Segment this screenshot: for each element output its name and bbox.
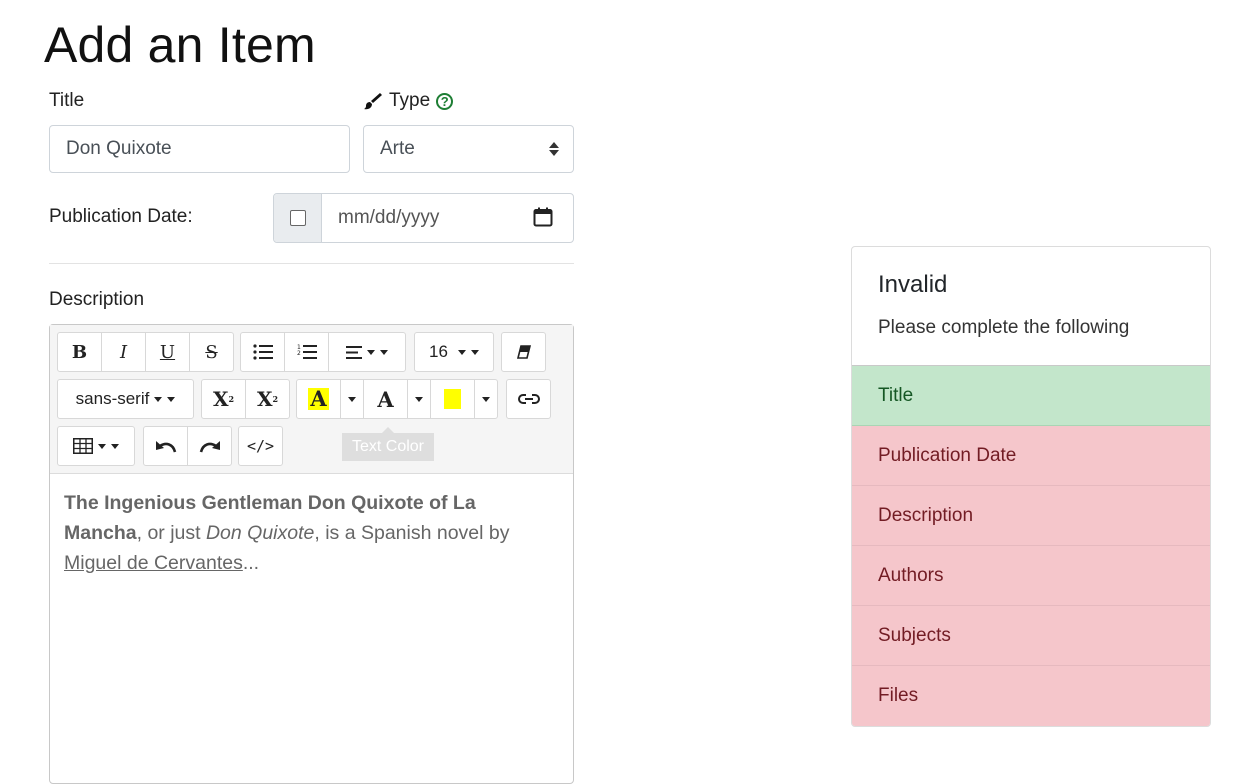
chevron-down-icon <box>470 349 479 355</box>
chevron-down-icon <box>98 443 106 449</box>
font-family-value: sans-serif <box>75 389 150 408</box>
highlight-letter: A <box>308 386 329 411</box>
divider <box>49 263 574 264</box>
validation-panel: Invalid Please complete the following Ti… <box>851 246 1211 727</box>
title-label: Title <box>49 90 85 111</box>
chevron-down-icon <box>167 396 176 402</box>
calendar-icon[interactable] <box>533 207 553 227</box>
chevron-down-icon <box>380 349 388 355</box>
editor-text: , is a Spanish novel by <box>314 522 510 544</box>
color-group: A A <box>296 379 498 419</box>
superscript-button[interactable]: X2 <box>201 379 246 419</box>
undo-icon <box>155 441 176 453</box>
chevron-down-icon <box>367 349 375 355</box>
code-group: </> <box>238 426 283 466</box>
numbered-list-icon: 1 2 <box>297 344 317 359</box>
text-color-tooltip: Text Color <box>342 427 434 461</box>
pubdate-label: Publication Date: <box>49 206 193 227</box>
subscript-letter: X <box>256 387 273 411</box>
link-icon <box>517 394 540 404</box>
type-label-group: Type ? <box>363 90 454 112</box>
table-icon <box>73 438 93 454</box>
editor-toolbar: B I U S 1 2 16 sans-serif X 2 X 2 A A </… <box>50 325 573 474</box>
pubdate-placeholder: mm/dd/yyyy <box>338 207 440 228</box>
font-size-dropdown[interactable]: 16 <box>414 332 494 372</box>
align-left-icon <box>346 345 362 359</box>
type-select-value: Arte <box>380 138 415 159</box>
type-select[interactable]: Arte <box>363 125 574 173</box>
subscript-button[interactable]: X2 <box>245 379 290 419</box>
font-family-group: sans-serif <box>57 379 194 419</box>
undo-button[interactable] <box>143 426 188 466</box>
validation-item-title[interactable]: Title <box>852 366 1210 426</box>
validation-item-publication-date[interactable]: Publication Date <box>852 426 1210 486</box>
strikethrough-button[interactable]: S <box>189 332 234 372</box>
italic-button[interactable]: I <box>101 332 146 372</box>
validation-item-description[interactable]: Description <box>852 486 1210 546</box>
paintbrush-icon <box>364 93 382 110</box>
eraser-icon <box>516 345 531 359</box>
font-size-group: 16 <box>414 332 494 372</box>
history-group <box>143 426 232 466</box>
help-icon[interactable]: ? <box>436 92 454 110</box>
pubdate-checkbox-addon <box>274 194 322 242</box>
highlight-dropdown[interactable] <box>340 379 364 419</box>
editor-italic: Don Quixote <box>205 522 315 544</box>
clear-format-group <box>501 332 546 372</box>
list-group: 1 2 <box>240 332 406 372</box>
validation-item-files[interactable]: Files <box>852 666 1210 726</box>
link-group <box>506 379 551 419</box>
background-color-dropdown[interactable] <box>474 379 498 419</box>
chevron-down-icon <box>482 396 490 402</box>
font-style-group: B I U S <box>57 332 234 372</box>
page-title: Add an Item <box>44 17 316 73</box>
editor-content[interactable]: The Ingenious Gentleman Don Quixote of L… <box>50 474 573 592</box>
underline-button[interactable]: U <box>145 332 190 372</box>
font-size-value: 16 <box>429 342 448 361</box>
bullet-list-icon <box>252 344 273 360</box>
chevron-down-icon <box>154 396 163 402</box>
highlight-button[interactable]: A <box>296 379 341 419</box>
color-swatch <box>444 389 461 409</box>
rich-text-editor: B I U S 1 2 16 sans-serif X 2 X 2 A A </… <box>49 324 574 784</box>
validation-title: Invalid <box>878 271 948 298</box>
pubdate-input[interactable]: mm/dd/yyyy <box>322 194 573 242</box>
chevron-down-icon <box>348 396 356 402</box>
type-label: Type <box>389 90 431 111</box>
text-color-button[interactable]: A <box>363 379 408 419</box>
redo-icon <box>199 441 220 453</box>
link-button[interactable] <box>506 379 551 419</box>
unordered-list-button[interactable] <box>240 332 285 372</box>
editor-ellipsis: ... <box>242 552 260 574</box>
editor-link[interactable]: Miguel de Cervantes <box>64 552 243 574</box>
chevron-down-icon <box>415 396 423 402</box>
svg-text:2: 2 <box>297 350 301 357</box>
align-dropdown[interactable] <box>328 332 406 372</box>
code-view-button[interactable]: </> <box>238 426 283 466</box>
text-color-dropdown[interactable] <box>407 379 431 419</box>
title-input[interactable]: Don Quixote <box>49 125 350 173</box>
font-family-dropdown[interactable]: sans-serif <box>57 379 194 419</box>
pubdate-checkbox[interactable] <box>289 210 306 226</box>
pubdate-group: mm/dd/yyyy <box>273 193 574 243</box>
redo-button[interactable] <box>187 426 232 466</box>
script-group: X2 X2 <box>201 379 290 419</box>
table-group <box>57 426 135 466</box>
title-input-value: Don Quixote <box>66 138 172 159</box>
ordered-list-button[interactable]: 1 2 <box>284 332 329 372</box>
chevron-down-icon <box>111 443 119 449</box>
validation-header: Invalid Please complete the following <box>852 247 1210 366</box>
superscript-letter: X <box>212 387 229 411</box>
validation-subtitle: Please complete the following <box>878 317 1130 338</box>
validation-item-authors[interactable]: Authors <box>852 546 1210 606</box>
editor-text: , or just <box>136 522 206 544</box>
description-label: Description <box>49 289 145 310</box>
clear-format-button[interactable] <box>501 332 546 372</box>
background-color-button[interactable] <box>430 379 475 419</box>
table-dropdown[interactable] <box>57 426 135 466</box>
chevron-down-icon <box>457 349 466 355</box>
bold-button[interactable]: B <box>57 332 102 372</box>
select-arrows-icon <box>549 140 559 158</box>
validation-item-subjects[interactable]: Subjects <box>852 606 1210 666</box>
